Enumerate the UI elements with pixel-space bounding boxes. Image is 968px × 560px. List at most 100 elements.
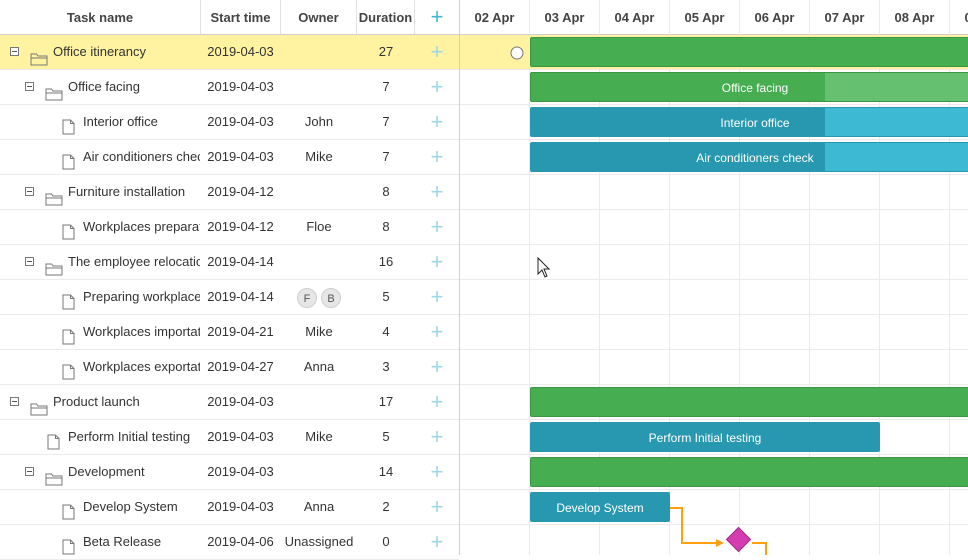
minus-toggle-icon[interactable] (25, 82, 34, 91)
task-name-label: Workplaces preparation (83, 219, 200, 234)
add-subtask-button[interactable]: + (415, 455, 459, 489)
start-time-cell: 2019-04-21 (207, 324, 274, 339)
table-row[interactable]: Workplaces preparation 2019-04-12 Floe 8 + (0, 210, 459, 245)
task-name-label: The employee relocation (68, 254, 200, 269)
table-row[interactable]: Development 2019-04-03 14 + (0, 455, 459, 490)
file-icon (62, 499, 75, 524)
add-subtask-button[interactable]: + (415, 175, 459, 209)
add-subtask-button[interactable]: + (415, 70, 459, 104)
add-subtask-button[interactable]: + (415, 210, 459, 244)
start-time-cell: 2019-04-12 (207, 184, 274, 199)
column-header-label: Start time (210, 9, 271, 25)
add-task-header-button[interactable]: + (415, 0, 459, 35)
table-row[interactable]: Workplaces exportation 2019-04-27 Anna 3 + (0, 350, 459, 385)
task-name-cell: Air conditioners check (0, 140, 200, 174)
file-icon (62, 149, 75, 174)
folder-icon (45, 465, 63, 489)
start-time-cell: 2019-04-03 (207, 79, 274, 94)
table-row[interactable]: Office itinerancy 2019-04-03 27 + (0, 35, 459, 70)
task-name-label: Interior office (83, 114, 158, 129)
mouse-cursor-icon (537, 256, 551, 278)
milestone-beta-release[interactable] (725, 526, 752, 553)
column-header-start-time[interactable]: Start time (201, 0, 281, 35)
dependency-link-out[interactable] (752, 542, 767, 555)
task-name-cell: Office facing (0, 70, 200, 104)
dependency-link[interactable] (670, 507, 722, 544)
task-name-cell: The employee relocation (0, 245, 200, 279)
add-subtask-button[interactable]: + (415, 350, 459, 384)
owner-cell: Floe (306, 219, 332, 234)
owner-cell: John (304, 114, 334, 129)
task-name-label: Office facing (68, 79, 141, 94)
add-subtask-button[interactable]: + (415, 385, 459, 419)
task-name-cell: Beta Release (0, 525, 200, 559)
minus-toggle-icon[interactable] (10, 47, 19, 56)
owner-cell (281, 70, 357, 104)
task-name-cell: Workplaces preparation (0, 210, 200, 244)
minus-toggle-icon[interactable] (25, 257, 34, 266)
task-name-label: Workplaces importation (83, 324, 200, 339)
add-subtask-button[interactable]: + (415, 105, 459, 139)
owner-cell (281, 245, 357, 279)
column-header-task-name[interactable]: Task name (0, 0, 201, 35)
start-time-cell: 2019-04-03 (207, 499, 274, 514)
column-header-label: Owner (298, 9, 339, 25)
table-row[interactable]: Develop System 2019-04-03 Anna 2 + (0, 490, 459, 525)
gantt-chart: 02 Apr 03 Apr 04 Apr 05 Apr 06 Apr 07 Apr 08 A… (460, 0, 968, 555)
task-name-label: Develop System (83, 499, 178, 514)
table-row[interactable]: Preparing workplaces 2019-04-14 F B 5 + (0, 280, 459, 315)
column-header-duration[interactable]: Duration (357, 0, 415, 35)
task-name-cell: Develop System (0, 490, 200, 524)
owner-cell: Anna (303, 499, 335, 514)
chart-overlay (510, 46, 767, 555)
file-icon (62, 324, 75, 349)
owner-avatar-chip: B (321, 287, 341, 308)
add-subtask-button[interactable]: + (415, 490, 459, 524)
add-subtask-button[interactable]: + (415, 35, 459, 69)
duration-cell: 0 (382, 534, 390, 549)
folder-icon (30, 45, 48, 69)
task-name-cell: Preparing workplaces (0, 280, 200, 314)
table-row[interactable]: Workplaces importation 2019-04-21 Mike 4 + (0, 315, 459, 350)
add-subtask-button[interactable]: + (415, 525, 459, 559)
add-subtask-button[interactable]: + (415, 315, 459, 349)
table-row[interactable]: Perform Initial testing 2019-04-03 Mike 5 + (0, 420, 459, 455)
start-time-cell: 2019-04-06 (207, 534, 274, 549)
file-icon (62, 219, 75, 244)
start-time-cell: 2019-04-03 (207, 44, 274, 59)
folder-icon (30, 395, 48, 419)
minus-toggle-icon[interactable] (10, 397, 19, 406)
duration-cell: 8 (382, 219, 390, 234)
add-subtask-button[interactable]: + (415, 245, 459, 279)
table-row[interactable]: The employee relocation 2019-04-14 16 + (0, 245, 459, 280)
add-subtask-button[interactable]: + (415, 280, 459, 314)
start-time-cell: 2019-04-12 (207, 219, 274, 234)
owner-cell: Mike (305, 324, 333, 339)
start-time-cell: 2019-04-03 (207, 429, 274, 444)
column-header-owner[interactable]: Owner (281, 0, 357, 35)
folder-icon (45, 80, 63, 104)
owner-avatar-chip: F (297, 287, 317, 308)
circle-handle-icon[interactable] (510, 46, 524, 60)
table-row[interactable]: Air conditioners check 2019-04-03 Mike 7 + (0, 140, 459, 175)
start-time-cell: 2019-04-14 (207, 289, 274, 304)
table-row[interactable]: Interior office 2019-04-03 John 7 + (0, 105, 459, 140)
add-subtask-button[interactable]: + (415, 140, 459, 174)
minus-toggle-icon[interactable] (25, 467, 34, 476)
task-name-cell: Product launch (0, 385, 200, 419)
table-row[interactable]: Furniture installation 2019-04-12 8 + (0, 175, 459, 210)
owner-cell (281, 455, 357, 489)
start-time-cell: 2019-04-27 (207, 359, 274, 374)
table-row[interactable]: Product launch 2019-04-03 17 + (0, 385, 459, 420)
owner-cell (281, 385, 357, 419)
task-name-cell: Perform Initial testing (0, 420, 200, 454)
task-name-cell: Workplaces importation (0, 315, 200, 349)
duration-cell: 7 (382, 79, 390, 94)
minus-toggle-icon[interactable] (25, 187, 34, 196)
owner-cell (281, 175, 357, 209)
table-row[interactable]: Office facing 2019-04-03 7 + (0, 70, 459, 105)
add-subtask-button[interactable]: + (415, 420, 459, 454)
duration-cell: 8 (382, 184, 390, 199)
start-time-cell: 2019-04-03 (207, 114, 274, 129)
file-icon (62, 534, 75, 559)
